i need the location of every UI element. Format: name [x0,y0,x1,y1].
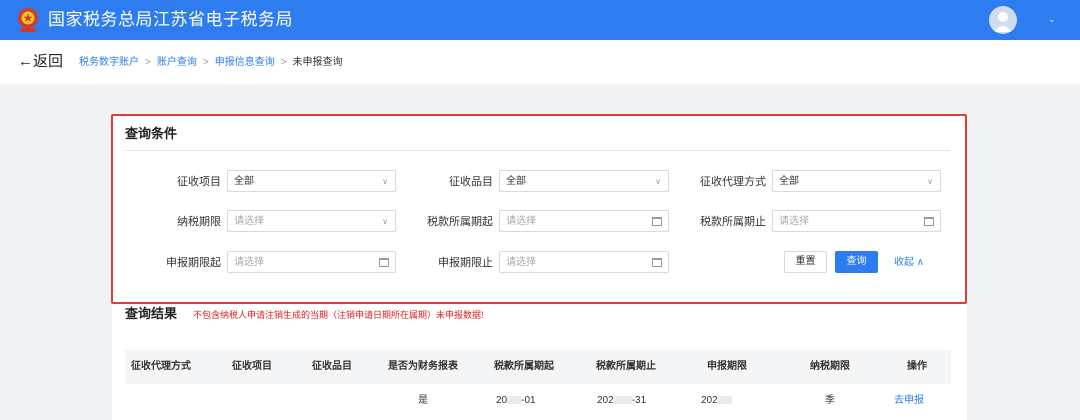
filing-start-label: 申报期限起 [166,257,221,269]
period-end-placeholder: 请选择 [779,216,809,227]
breadcrumb-separator: > [202,57,209,68]
collection-item-label: 征收项目 [177,176,221,188]
col-agent-method: 征收代理方式 [131,361,191,372]
col-collection-item: 征收项目 [232,361,272,372]
breadcrumb: 税务数字账户 > 账户查询 > 申报信息查询 > 未申报查询 [79,57,343,69]
divider [125,150,950,151]
breadcrumb-bar: ←返回 税务数字账户 > 账户查询 > 申报信息查询 > 未申报查询 [0,40,1080,84]
breadcrumb-link-digital-account[interactable]: 税务数字账户 [79,57,139,68]
chevron-down-icon: ∨ [382,217,388,226]
collection-item-select[interactable]: 全部 ∨ [227,170,396,192]
breadcrumb-separator: > [145,57,151,68]
filing-end-datepicker[interactable]: 请选择 [499,251,669,273]
calendar-icon [924,217,934,226]
chevron-down-icon: ∨ [655,177,661,186]
breadcrumb-current: 未申报查询 [292,57,343,68]
agent-method-value: 全部 [779,176,799,187]
breadcrumb-link-filing-info[interactable]: 申报信息查询 [215,57,275,68]
results-warning: 不包含纳税人申请注销生成的当期（注销申请日期所在属期）未申报数据! [193,310,484,320]
cell-deadline: 202 [701,395,732,407]
col-is-financial: 是否为财务报表 [388,361,458,372]
chevron-down-icon: ∨ [382,177,388,186]
query-section-title: 查询条件 [125,126,178,141]
filing-end-placeholder: 请选择 [506,257,536,268]
period-start-datepicker[interactable]: 请选择 [499,210,669,232]
col-action: 操作 [907,361,927,372]
collection-subitem-label: 征收品目 [449,176,493,188]
redacted-mask [717,396,732,405]
cell-period-start: 20 -01 [496,395,536,407]
col-period-end: 税款所属期止 [596,361,656,372]
collection-subitem-value: 全部 [506,176,526,187]
collection-item-value: 全部 [234,176,254,187]
col-collection-subitem: 征收品目 [312,361,352,372]
period-start-placeholder: 请选择 [506,216,536,227]
cell-period-start-prefix: 20 [496,395,508,406]
collection-subitem-select[interactable]: 全部 ∨ [499,170,669,192]
back-button[interactable]: ←返回 [18,52,63,72]
app-title: 国家税务总局江苏省电子税务局 [48,10,293,29]
tax-period-placeholder: 请选择 [234,216,264,227]
breadcrumb-separator: > [280,57,287,68]
col-tax-period: 纳税期限 [810,361,850,372]
period-start-label: 税款所属期起 [427,216,493,228]
col-period-start: 税款所属期起 [494,361,554,372]
filing-end-label: 申报期限止 [438,257,493,269]
calendar-icon [379,258,389,267]
chevron-down-icon[interactable]: ⌄ [1048,14,1056,25]
go-file-link[interactable]: 去申报 [894,395,924,407]
results-section-title: 查询结果 [125,306,178,321]
query-button[interactable]: 查询 [835,251,878,273]
redacted-mask [507,396,522,405]
tax-period-label: 纳税期限 [177,216,221,228]
filing-start-placeholder: 请选择 [234,257,264,268]
tax-emblem-icon [18,8,38,32]
collapse-toggle[interactable]: 收起 ∧ [894,256,924,269]
breadcrumb-link-account-query[interactable]: 账户查询 [157,57,197,68]
filing-start-datepicker[interactable]: 请选择 [227,251,396,273]
cell-period-end: 202 -31 [597,395,646,407]
agent-method-label: 征收代理方式 [700,176,766,188]
cell-period-start-suffix: -01 [521,395,536,406]
calendar-icon [652,217,662,226]
period-end-label: 税款所属期止 [700,216,766,228]
cell-tax-period: 季 [825,395,835,406]
cell-is-financial: 是 [418,395,428,406]
cell-period-end-suffix: -31 [631,395,647,406]
agent-method-select[interactable]: 全部 ∨ [772,170,941,192]
cell-period-end-prefix: 202 [597,395,614,406]
redacted-mask [613,396,632,405]
calendar-icon [652,258,662,267]
user-avatar-icon[interactable] [989,6,1017,34]
tax-period-select[interactable]: 请选择 ∨ [227,210,396,232]
col-deadline: 申报期限 [707,361,747,372]
top-navbar: 国家税务总局江苏省电子税务局 ⌄ [0,0,1080,40]
chevron-down-icon: ∨ [927,177,933,186]
cell-deadline-prefix: 202 [701,395,718,406]
reset-button[interactable]: 重置 [784,251,827,273]
user-silhouette-icon [994,12,1012,32]
period-end-datepicker[interactable]: 请选择 [772,210,941,232]
